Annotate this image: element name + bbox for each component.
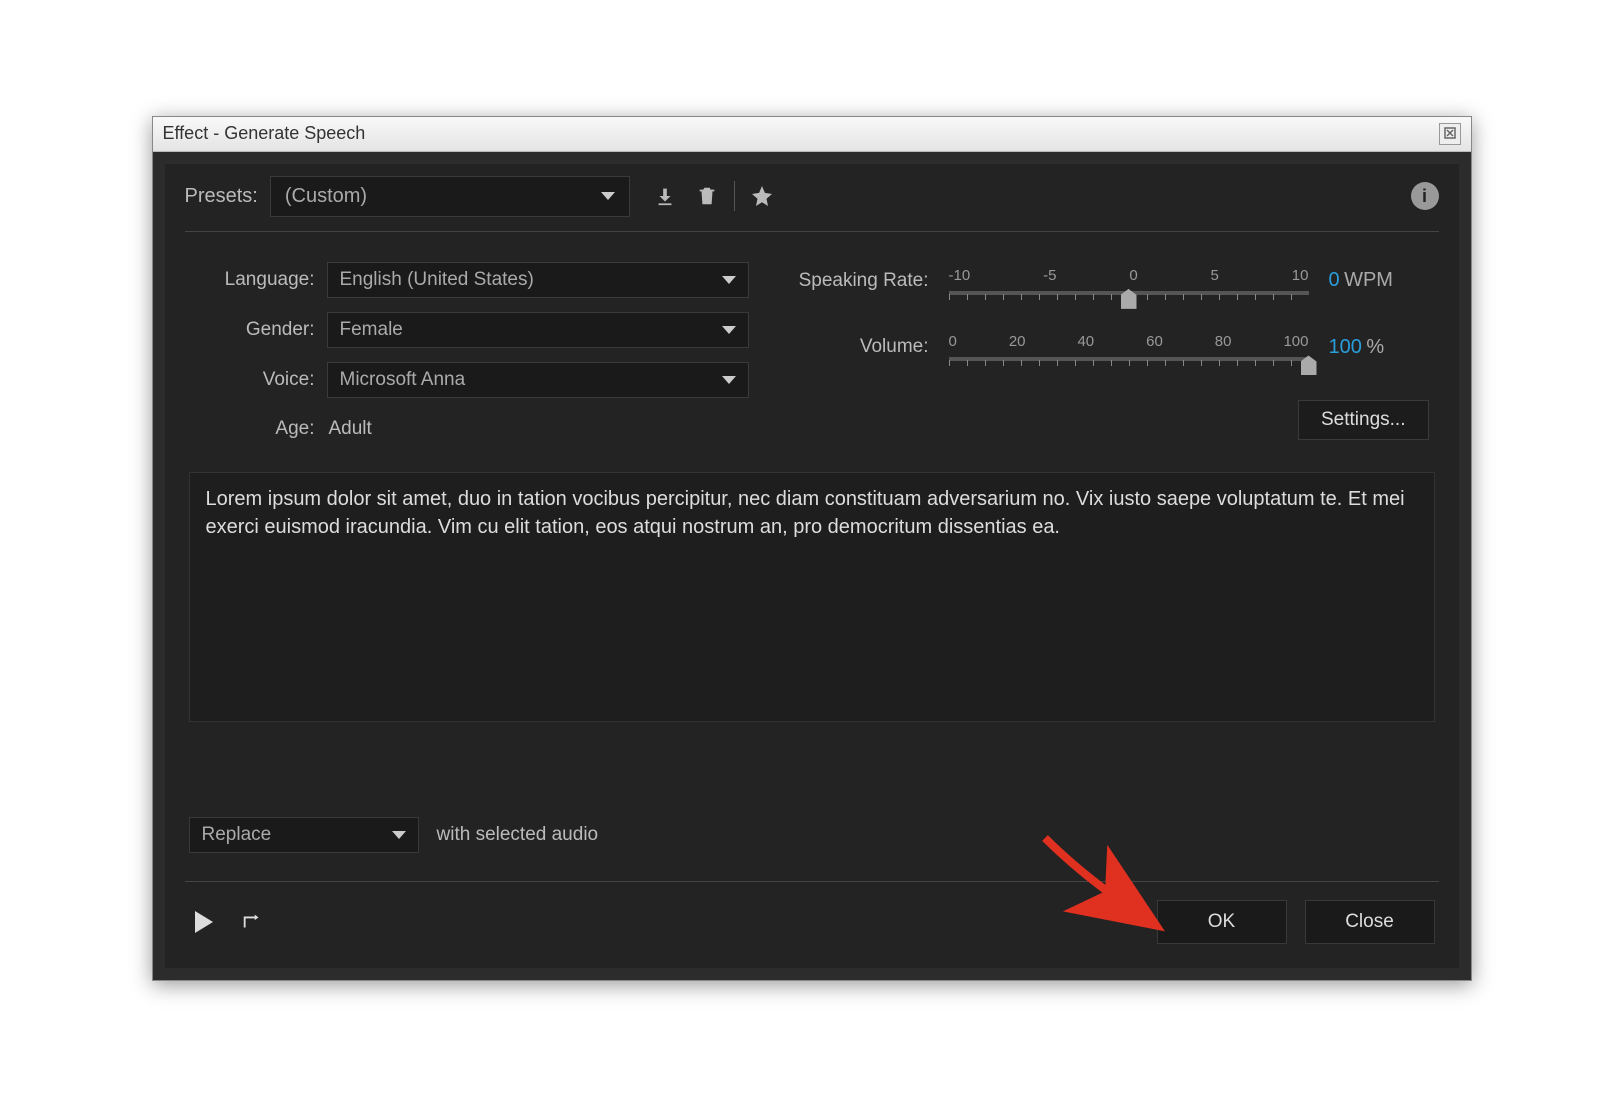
- close-icon: [1444, 126, 1456, 142]
- settings-button[interactable]: Settings...: [1298, 400, 1429, 440]
- volume-ticks: 0 20 40 60 80 100: [949, 333, 1309, 350]
- delete-preset-icon[interactable]: [692, 181, 722, 211]
- play-icon: [195, 911, 213, 933]
- speech-text-input[interactable]: [189, 472, 1435, 722]
- loop-button[interactable]: [237, 907, 267, 937]
- replace-suffix-label: with selected audio: [437, 824, 599, 846]
- volume-thumb[interactable]: [1301, 355, 1317, 375]
- favorite-icon[interactable]: [747, 181, 777, 211]
- age-value: Adult: [327, 412, 749, 446]
- presets-dropdown[interactable]: (Custom): [270, 176, 630, 217]
- age-label: Age:: [195, 418, 315, 440]
- volume-unit: %: [1366, 336, 1384, 358]
- voice-label: Voice:: [195, 369, 315, 391]
- volume-value[interactable]: 100: [1329, 336, 1362, 358]
- speaking-rate-unit: WPM: [1344, 269, 1393, 291]
- slider-column: Speaking Rate: -10 -5 0 5 10: [779, 262, 1429, 446]
- window-close-button[interactable]: [1439, 123, 1461, 145]
- chevron-down-icon: [722, 276, 736, 284]
- presets-label: Presets:: [185, 185, 258, 208]
- replace-mode-value: Replace: [202, 824, 272, 846]
- info-icon[interactable]: i: [1411, 182, 1439, 210]
- speaking-rate-label: Speaking Rate:: [779, 270, 929, 292]
- presets-value: (Custom): [285, 185, 367, 208]
- speaking-rate-ticks: -10 -5 0 5 10: [949, 267, 1309, 284]
- chevron-down-icon: [722, 376, 736, 384]
- gender-dropdown[interactable]: Female: [327, 312, 749, 348]
- effect-dialog: Effect - Generate Speech Presets: (Custo…: [152, 116, 1472, 981]
- gender-value: Female: [340, 319, 403, 341]
- toolbar: Presets: (Custom): [185, 176, 1439, 232]
- speaking-rate-readout: 0 WPM: [1329, 269, 1429, 292]
- gender-label: Gender:: [195, 319, 315, 341]
- play-button[interactable]: [189, 907, 219, 937]
- speaking-rate-slider[interactable]: -10 -5 0 5 10: [949, 267, 1309, 295]
- chevron-down-icon: [601, 192, 615, 200]
- close-button[interactable]: Close: [1305, 900, 1435, 944]
- titlebar: Effect - Generate Speech: [153, 117, 1471, 152]
- volume-label: Volume:: [779, 336, 929, 358]
- volume-readout: 100 %: [1329, 336, 1429, 359]
- toolbar-divider: [734, 181, 735, 211]
- speaking-rate-value[interactable]: 0: [1329, 269, 1340, 291]
- voice-dropdown[interactable]: Microsoft Anna: [327, 362, 749, 398]
- dialog-title: Effect - Generate Speech: [163, 123, 366, 144]
- language-dropdown[interactable]: English (United States): [327, 262, 749, 298]
- language-value: English (United States): [340, 269, 534, 291]
- ok-button[interactable]: OK: [1157, 900, 1287, 944]
- bottom-options: Replace with selected audio: [185, 807, 1439, 867]
- footer: OK Close: [185, 881, 1439, 948]
- language-label: Language:: [195, 269, 315, 291]
- save-preset-icon[interactable]: [650, 181, 680, 211]
- chevron-down-icon: [392, 831, 406, 839]
- replace-mode-dropdown[interactable]: Replace: [189, 817, 419, 853]
- chevron-down-icon: [722, 326, 736, 334]
- voice-settings-column: Language: English (United States) Gender…: [195, 262, 749, 446]
- volume-slider[interactable]: 0 20 40 60 80 100: [949, 333, 1309, 361]
- speaking-rate-thumb[interactable]: [1121, 289, 1137, 309]
- voice-value: Microsoft Anna: [340, 369, 466, 391]
